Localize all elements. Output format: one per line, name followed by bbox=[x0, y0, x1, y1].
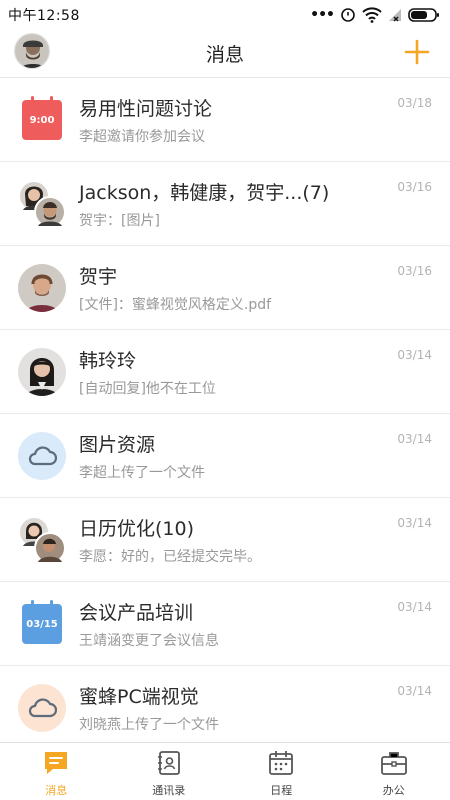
conversation-title: 贺宇 bbox=[79, 266, 118, 288]
wifi-icon bbox=[362, 7, 382, 23]
avatar bbox=[18, 348, 66, 396]
conversation-list: 9:00 易用性问题讨论 李超邀请你参加会议 03/18 Jackson，韩健康… bbox=[0, 78, 450, 742]
calendar-label: 03/15 bbox=[26, 618, 58, 630]
alarm-icon bbox=[341, 8, 355, 22]
cloud-badge bbox=[18, 684, 66, 732]
conversation-date: 03/14 bbox=[397, 516, 432, 530]
more-dots-icon: ••• bbox=[310, 7, 335, 23]
conversation-preview: 李超邀请你参加会议 bbox=[79, 129, 205, 145]
conversation-preview: 刘晓燕上传了一个文件 bbox=[79, 717, 219, 733]
tab-schedule[interactable]: 日程 bbox=[225, 743, 338, 800]
conversation-date: 03/14 bbox=[397, 348, 432, 362]
avatar bbox=[18, 264, 66, 312]
conversation-date: 03/16 bbox=[397, 264, 432, 278]
tab-bar: 消息 通讯录 日程 办公 bbox=[0, 742, 450, 800]
conversation-title: 蜜蜂PC端视觉 bbox=[79, 686, 199, 708]
contacts-icon bbox=[157, 751, 180, 775]
conversation-item[interactable]: 03/15 会议产品培训 王靖涵变更了会议信息 03/14 bbox=[0, 582, 450, 666]
group-avatar bbox=[18, 516, 66, 564]
conversation-preview: 李超上传了一个文件 bbox=[79, 465, 205, 481]
conversation-title: 易用性问题讨论 bbox=[79, 98, 213, 120]
conversation-item[interactable]: 9:00 易用性问题讨论 李超邀请你参加会议 03/18 bbox=[0, 78, 450, 162]
conversation-date: 03/16 bbox=[397, 180, 432, 194]
conversation-date: 03/14 bbox=[397, 684, 432, 698]
calendar-label: 9:00 bbox=[29, 114, 55, 126]
status-time: 中午12:58 bbox=[8, 8, 80, 24]
signal-icon bbox=[389, 9, 401, 22]
cloud-icon bbox=[18, 432, 66, 480]
briefcase-icon bbox=[380, 752, 407, 775]
conversation-preview: [自动回复]他不在工位 bbox=[79, 381, 216, 397]
tab-messages[interactable]: 消息 bbox=[0, 743, 113, 800]
page-title: 消息 bbox=[205, 44, 244, 66]
cloud-badge bbox=[18, 432, 66, 480]
conversation-item[interactable]: 日历优化(10) 李愿：好的，已经提交完毕。 03/14 bbox=[0, 498, 450, 582]
status-bar: 中午12:58 ••• bbox=[0, 0, 450, 30]
conversation-preview: [文件]：蜜蜂视觉风格定义.pdf bbox=[79, 297, 272, 313]
calendar-badge: 03/15 bbox=[22, 600, 62, 644]
tab-label: 办公 bbox=[382, 784, 405, 797]
cloud-icon bbox=[18, 684, 66, 732]
conversation-item[interactable]: 图片资源 李超上传了一个文件 03/14 bbox=[0, 414, 450, 498]
calendar-icon: 03/15 bbox=[18, 600, 66, 648]
conversation-date: 03/14 bbox=[397, 600, 432, 614]
group-avatar bbox=[18, 180, 66, 228]
tab-label: 消息 bbox=[45, 784, 68, 797]
conversation-title: 日历优化(10) bbox=[79, 518, 195, 540]
conversation-date: 03/14 bbox=[397, 432, 432, 446]
tab-office[interactable]: 办公 bbox=[338, 743, 450, 800]
calendar-badge: 9:00 bbox=[22, 96, 62, 140]
calendar-icon: 9:00 bbox=[18, 96, 66, 144]
tab-contacts[interactable]: 通讯录 bbox=[113, 743, 226, 800]
battery-icon bbox=[408, 8, 439, 22]
conversation-item[interactable]: 贺宇 [文件]：蜜蜂视觉风格定义.pdf 03/16 bbox=[0, 246, 450, 330]
profile-avatar[interactable] bbox=[14, 33, 50, 69]
conversation-date: 03/18 bbox=[397, 96, 432, 110]
status-icons: ••• bbox=[310, 7, 440, 23]
add-icon[interactable] bbox=[404, 39, 430, 65]
conversation-title: 韩玲玲 bbox=[79, 350, 137, 372]
conversation-item[interactable]: 韩玲玲 [自动回复]他不在工位 03/14 bbox=[0, 330, 450, 414]
conversation-preview: 王靖涵变更了会议信息 bbox=[79, 633, 219, 649]
tab-label: 通讯录 bbox=[152, 784, 186, 797]
conversation-preview: 贺宇：[图片] bbox=[79, 213, 160, 229]
conversation-preview: 李愿：好的，已经提交完毕。 bbox=[79, 549, 261, 565]
chat-icon bbox=[45, 752, 68, 774]
conversation-title: 图片资源 bbox=[79, 434, 156, 456]
conversation-item[interactable]: 蜜蜂PC端视觉 刘晓燕上传了一个文件 03/14 bbox=[0, 666, 450, 742]
nav-bar: 消息 bbox=[0, 30, 450, 78]
conversation-title: 会议产品培训 bbox=[79, 602, 194, 624]
calendar-icon bbox=[269, 751, 294, 775]
conversation-title: Jackson，韩健康，贺宇...(7) bbox=[79, 182, 330, 204]
tab-label: 日程 bbox=[270, 784, 293, 797]
conversation-item[interactable]: Jackson，韩健康，贺宇...(7) 贺宇：[图片] 03/16 bbox=[0, 162, 450, 246]
